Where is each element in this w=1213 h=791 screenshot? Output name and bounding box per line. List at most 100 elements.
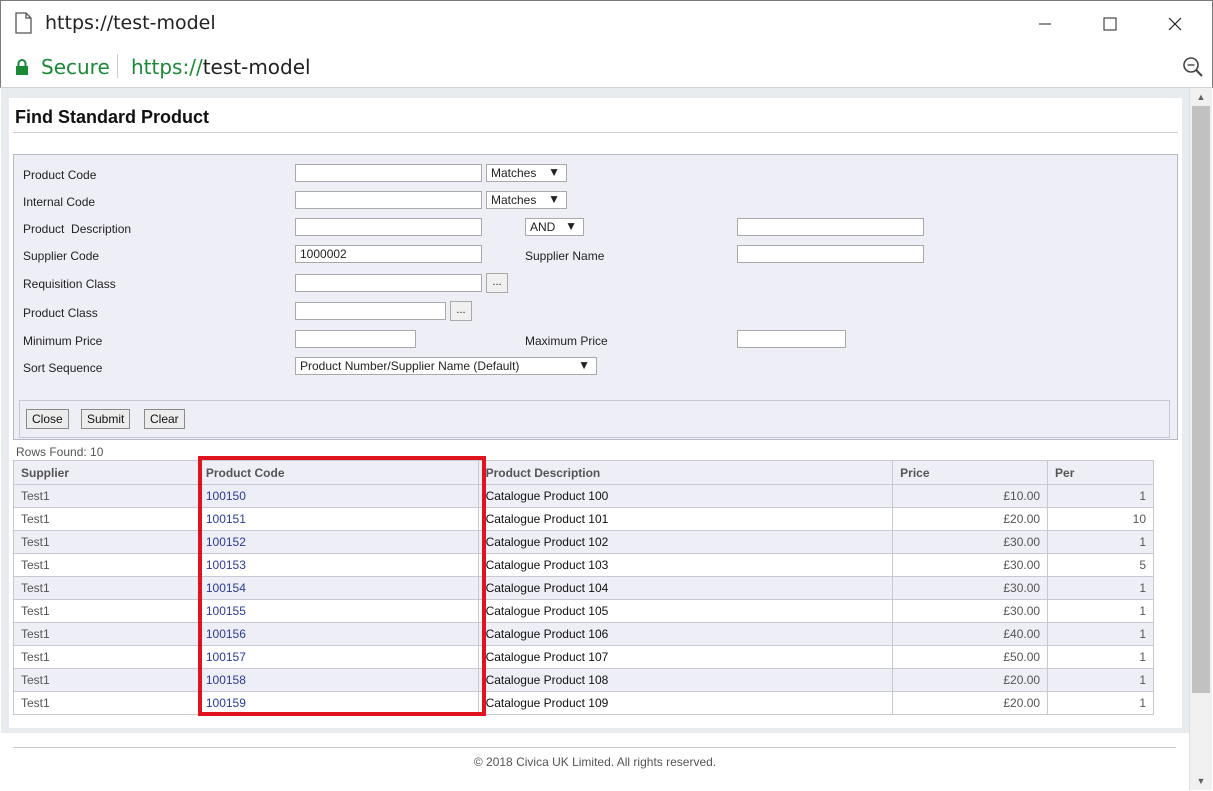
maximize-icon	[1103, 17, 1117, 31]
form-button-bar: Close Submit Clear	[19, 400, 1170, 438]
supplier-code-input[interactable]	[295, 245, 482, 263]
product-code-link[interactable]: 100156	[197, 622, 479, 646]
requisition-class-lookup-button[interactable]: ...	[486, 273, 508, 293]
url-scheme: https://	[131, 55, 203, 79]
minimize-button[interactable]	[1022, 1, 1068, 47]
supplier-cell: Test1	[13, 645, 199, 669]
maximize-button[interactable]	[1087, 1, 1133, 47]
supplier-name-input[interactable]	[737, 245, 924, 263]
close-window-button[interactable]	[1152, 1, 1198, 47]
product-class-input[interactable]	[295, 302, 446, 320]
supplier-code-label: Supplier Code	[23, 249, 100, 263]
product-code-link[interactable]: 100151	[197, 507, 479, 531]
product-code-label: Product Code	[23, 168, 97, 182]
table-row: Test1 100159 Catalogue Product 109 £20.0…	[13, 691, 1154, 715]
product-class-lookup-button[interactable]: ...	[450, 301, 472, 321]
title-divider	[13, 132, 1178, 133]
product-code-link[interactable]: 100157	[197, 645, 479, 669]
price-cell: £20.00	[892, 507, 1049, 531]
product-code-link[interactable]: 100155	[197, 599, 479, 623]
product-code-match-select[interactable]: Matches ▼	[486, 164, 567, 182]
description-cell: Catalogue Product 101	[477, 507, 894, 531]
chevron-down-icon: ▼	[578, 358, 590, 372]
maximum-price-input[interactable]	[737, 330, 846, 348]
product-code-input[interactable]	[295, 164, 482, 182]
results-table: Supplier Product Code Product Descriptio…	[13, 460, 1154, 715]
supplier-cell: Test1	[13, 691, 199, 715]
price-cell: £20.00	[892, 668, 1049, 692]
description-cell: Catalogue Product 102	[477, 530, 894, 554]
description-cell: Catalogue Product 108	[477, 668, 894, 692]
price-cell: £10.00	[892, 484, 1049, 508]
requisition-class-input[interactable]	[295, 274, 482, 292]
internal-code-input[interactable]	[295, 191, 482, 209]
product-description-input-2[interactable]	[737, 218, 924, 236]
url-field[interactable]: https://test-model	[131, 55, 311, 79]
product-description-input[interactable]	[295, 218, 482, 236]
table-row: Test1 100150 Catalogue Product 100 £10.0…	[13, 484, 1154, 508]
table-row: Test1 100155 Catalogue Product 105 £30.0…	[13, 599, 1154, 623]
product-code-link[interactable]: 100154	[197, 576, 479, 600]
scroll-down-arrow-icon[interactable]: ▼	[1190, 772, 1212, 790]
supplier-cell: Test1	[13, 599, 199, 623]
per-cell: 1	[1047, 530, 1154, 554]
table-row: Test1 100156 Catalogue Product 106 £40.0…	[13, 622, 1154, 646]
per-cell: 10	[1047, 507, 1154, 531]
price-cell: £40.00	[892, 622, 1049, 646]
price-cell: £30.00	[892, 599, 1049, 623]
product-code-link[interactable]: 100158	[197, 668, 479, 692]
description-cell: Catalogue Product 109	[477, 691, 894, 715]
table-row: Test1 100158 Catalogue Product 108 £20.0…	[13, 668, 1154, 692]
supplier-cell: Test1	[13, 553, 199, 577]
table-row: Test1 100151 Catalogue Product 101 £20.0…	[13, 507, 1154, 531]
table-header-row: Supplier Product Code Product Descriptio…	[13, 460, 1154, 485]
requisition-class-label: Requisition Class	[23, 277, 116, 291]
column-header-price[interactable]: Price	[892, 460, 1049, 485]
submit-button[interactable]: Submit	[81, 409, 131, 429]
maximum-price-label: Maximum Price	[525, 334, 608, 348]
internal-code-match-select[interactable]: Matches ▼	[486, 191, 567, 209]
copyright-text: © 2018 Civica UK Limited. All rights res…	[473, 755, 717, 769]
description-cell: Catalogue Product 105	[477, 599, 894, 623]
description-operator-select[interactable]: AND ▼	[525, 218, 584, 236]
rows-found: Rows Found: 10	[16, 445, 104, 459]
window-title: https://test-model	[45, 12, 216, 34]
supplier-cell: Test1	[13, 668, 199, 692]
sort-sequence-label: Sort Sequence	[23, 361, 103, 375]
column-header-product-description[interactable]: Product Description	[477, 460, 894, 485]
supplier-cell: Test1	[13, 576, 199, 600]
close-button[interactable]: Close	[26, 409, 69, 429]
supplier-cell: Test1	[13, 530, 199, 554]
main-panel: Find Standard Product Product Code Match…	[9, 98, 1182, 728]
lock-icon	[16, 59, 28, 75]
address-bar: Secure https://test-model	[0, 46, 1213, 88]
scroll-thumb[interactable]	[1192, 106, 1210, 693]
column-header-product-code[interactable]: Product Code	[197, 460, 479, 485]
price-cell: £30.00	[892, 530, 1049, 554]
sort-sequence-select[interactable]: Product Number/Supplier Name (Default) ▼	[295, 357, 597, 375]
vertical-scrollbar[interactable]: ▲ ▼	[1189, 88, 1212, 790]
per-cell: 1	[1047, 645, 1154, 669]
description-cell: Catalogue Product 100	[477, 484, 894, 508]
window-titlebar: https://test-model	[0, 0, 1213, 46]
price-cell: £30.00	[892, 576, 1049, 600]
product-code-link[interactable]: 100152	[197, 530, 479, 554]
chevron-down-icon: ▼	[548, 165, 560, 179]
secure-label: Secure	[41, 55, 110, 79]
clear-button[interactable]: Clear	[144, 409, 185, 429]
per-cell: 1	[1047, 622, 1154, 646]
product-code-link[interactable]: 100153	[197, 553, 479, 577]
chevron-down-icon: ▼	[565, 219, 577, 233]
minimum-price-input[interactable]	[295, 330, 416, 348]
product-code-match-value: Matches	[491, 166, 537, 180]
page-viewport: Find Standard Product Product Code Match…	[1, 88, 1189, 790]
scroll-up-arrow-icon[interactable]: ▲	[1190, 88, 1212, 106]
zoom-icon[interactable]	[1182, 56, 1204, 78]
column-header-per[interactable]: Per	[1047, 460, 1154, 485]
description-cell: Catalogue Product 103	[477, 553, 894, 577]
column-header-supplier[interactable]: Supplier	[13, 460, 199, 485]
supplier-cell: Test1	[13, 622, 199, 646]
per-cell: 1	[1047, 691, 1154, 715]
product-code-link[interactable]: 100159	[197, 691, 479, 715]
product-code-link[interactable]: 100150	[197, 484, 479, 508]
